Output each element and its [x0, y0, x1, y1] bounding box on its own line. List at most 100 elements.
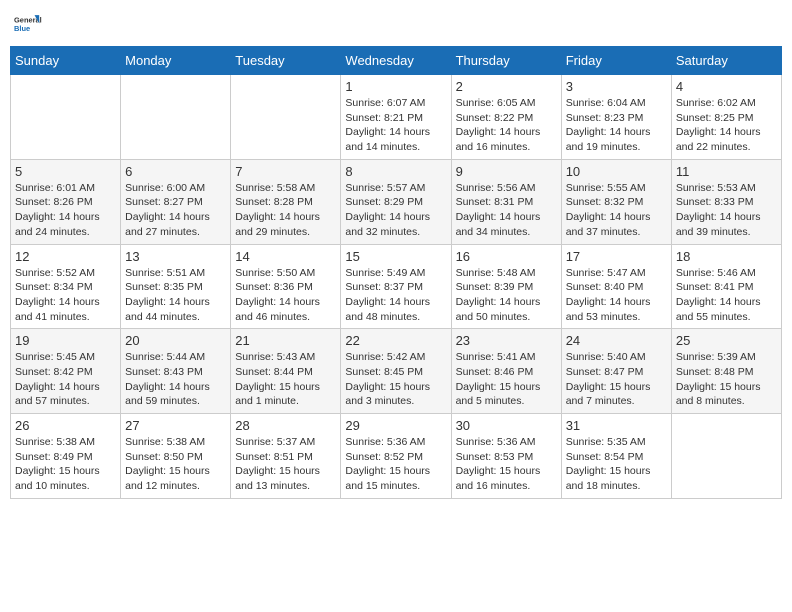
day-info: Sunrise: 5:39 AMSunset: 8:48 PMDaylight:…	[676, 350, 777, 409]
day-info: Sunrise: 5:37 AMSunset: 8:51 PMDaylight:…	[235, 435, 336, 494]
day-number: 16	[456, 249, 557, 264]
calendar-cell: 19Sunrise: 5:45 AMSunset: 8:42 PMDayligh…	[11, 329, 121, 414]
day-info: Sunrise: 5:36 AMSunset: 8:53 PMDaylight:…	[456, 435, 557, 494]
calendar-cell: 24Sunrise: 5:40 AMSunset: 8:47 PMDayligh…	[561, 329, 671, 414]
day-info: Sunrise: 5:55 AMSunset: 8:32 PMDaylight:…	[566, 181, 667, 240]
calendar-cell: 3 Sunrise: 6:04 AMSunset: 8:23 PMDaylight…	[561, 75, 671, 160]
day-info: Sunrise: 6:07 AMSunset: 8:21 PMDaylight:…	[345, 96, 446, 155]
calendar-cell: 17 Sunrise: 5:47 AMSunset: 8:40 PMDayligh…	[561, 244, 671, 329]
calendar-header: SundayMondayTuesdayWednesdayThursdayFrid…	[11, 47, 782, 75]
calendar-cell: 14Sunrise: 5:50 AMSunset: 8:36 PMDayligh…	[231, 244, 341, 329]
page-header: GeneralBlue	[10, 10, 782, 38]
day-number: 17	[566, 249, 667, 264]
calendar-body: 1 Sunrise: 6:07 AMSunset: 8:21 PMDaylight…	[11, 75, 782, 499]
day-info: Sunrise: 5:48 AMSunset: 8:39 PMDaylight:…	[456, 266, 557, 325]
day-info: Sunrise: 5:47 AMSunset: 8:40 PMDaylight:…	[566, 266, 667, 325]
day-info: Sunrise: 6:01 AMSunset: 8:26 PMDaylight:…	[15, 181, 116, 240]
calendar-week-2: 5 Sunrise: 6:01 AMSunset: 8:26 PMDaylight…	[11, 159, 782, 244]
day-number: 23	[456, 333, 557, 348]
calendar-cell: 27 Sunrise: 5:38 AMSunset: 8:50 PMDayligh…	[121, 414, 231, 499]
calendar-cell: 4 Sunrise: 6:02 AMSunset: 8:25 PMDaylight…	[671, 75, 781, 160]
calendar-cell: 10 Sunrise: 5:55 AMSunset: 8:32 PMDayligh…	[561, 159, 671, 244]
calendar-cell: 16 Sunrise: 5:48 AMSunset: 8:39 PMDayligh…	[451, 244, 561, 329]
calendar-week-3: 12 Sunrise: 5:52 AMSunset: 8:34 PMDayligh…	[11, 244, 782, 329]
weekday-header-sunday: Sunday	[11, 47, 121, 75]
day-number: 18	[676, 249, 777, 264]
day-number: 1	[345, 79, 446, 94]
day-info: Sunrise: 5:38 AMSunset: 8:49 PMDaylight:…	[15, 435, 116, 494]
calendar-cell: 1 Sunrise: 6:07 AMSunset: 8:21 PMDaylight…	[341, 75, 451, 160]
day-number: 9	[456, 164, 557, 179]
calendar-week-5: 26 Sunrise: 5:38 AMSunset: 8:49 PMDayligh…	[11, 414, 782, 499]
day-number: 11	[676, 164, 777, 179]
calendar-cell	[671, 414, 781, 499]
day-info: Sunrise: 5:58 AMSunset: 8:28 PMDaylight:…	[235, 181, 336, 240]
weekday-header-monday: Monday	[121, 47, 231, 75]
calendar-cell: 21 Sunrise: 5:43 AMSunset: 8:44 PMDayligh…	[231, 329, 341, 414]
day-info: Sunrise: 5:56 AMSunset: 8:31 PMDaylight:…	[456, 181, 557, 240]
calendar-week-4: 19Sunrise: 5:45 AMSunset: 8:42 PMDayligh…	[11, 329, 782, 414]
day-number: 21	[235, 333, 336, 348]
calendar-cell: 28 Sunrise: 5:37 AMSunset: 8:51 PMDayligh…	[231, 414, 341, 499]
calendar-cell: 13 Sunrise: 5:51 AMSunset: 8:35 PMDayligh…	[121, 244, 231, 329]
calendar-cell: 9 Sunrise: 5:56 AMSunset: 8:31 PMDaylight…	[451, 159, 561, 244]
calendar-cell: 25 Sunrise: 5:39 AMSunset: 8:48 PMDayligh…	[671, 329, 781, 414]
day-number: 5	[15, 164, 116, 179]
day-info: Sunrise: 5:49 AMSunset: 8:37 PMDaylight:…	[345, 266, 446, 325]
calendar-cell: 7 Sunrise: 5:58 AMSunset: 8:28 PMDaylight…	[231, 159, 341, 244]
day-info: Sunrise: 5:51 AMSunset: 8:35 PMDaylight:…	[125, 266, 226, 325]
calendar-cell: 6Sunrise: 6:00 AMSunset: 8:27 PMDaylight…	[121, 159, 231, 244]
calendar-table: SundayMondayTuesdayWednesdayThursdayFrid…	[10, 46, 782, 499]
day-info: Sunrise: 6:05 AMSunset: 8:22 PMDaylight:…	[456, 96, 557, 155]
weekday-header-wednesday: Wednesday	[341, 47, 451, 75]
day-info: Sunrise: 5:53 AMSunset: 8:33 PMDaylight:…	[676, 181, 777, 240]
day-info: Sunrise: 5:42 AMSunset: 8:45 PMDaylight:…	[345, 350, 446, 409]
day-number: 13	[125, 249, 226, 264]
calendar-cell: 26 Sunrise: 5:38 AMSunset: 8:49 PMDayligh…	[11, 414, 121, 499]
day-number: 3	[566, 79, 667, 94]
calendar-cell: 31Sunrise: 5:35 AMSunset: 8:54 PMDayligh…	[561, 414, 671, 499]
calendar-cell: 29Sunrise: 5:36 AMSunset: 8:52 PMDayligh…	[341, 414, 451, 499]
calendar-cell: 20 Sunrise: 5:44 AMSunset: 8:43 PMDayligh…	[121, 329, 231, 414]
day-number: 12	[15, 249, 116, 264]
day-info: Sunrise: 5:46 AMSunset: 8:41 PMDaylight:…	[676, 266, 777, 325]
calendar-cell: 22 Sunrise: 5:42 AMSunset: 8:45 PMDayligh…	[341, 329, 451, 414]
day-number: 2	[456, 79, 557, 94]
day-info: Sunrise: 5:38 AMSunset: 8:50 PMDaylight:…	[125, 435, 226, 494]
day-number: 22	[345, 333, 446, 348]
calendar-cell	[11, 75, 121, 160]
day-number: 25	[676, 333, 777, 348]
day-number: 15	[345, 249, 446, 264]
day-number: 28	[235, 418, 336, 433]
logo: GeneralBlue	[14, 10, 42, 38]
day-number: 20	[125, 333, 226, 348]
day-info: Sunrise: 5:43 AMSunset: 8:44 PMDaylight:…	[235, 350, 336, 409]
day-number: 27	[125, 418, 226, 433]
day-info: Sunrise: 5:41 AMSunset: 8:46 PMDaylight:…	[456, 350, 557, 409]
weekday-header-friday: Friday	[561, 47, 671, 75]
calendar-cell	[121, 75, 231, 160]
weekday-header-tuesday: Tuesday	[231, 47, 341, 75]
day-info: Sunrise: 5:44 AMSunset: 8:43 PMDaylight:…	[125, 350, 226, 409]
calendar-cell: 30Sunrise: 5:36 AMSunset: 8:53 PMDayligh…	[451, 414, 561, 499]
calendar-cell: 11 Sunrise: 5:53 AMSunset: 8:33 PMDayligh…	[671, 159, 781, 244]
day-info: Sunrise: 5:52 AMSunset: 8:34 PMDaylight:…	[15, 266, 116, 325]
day-number: 14	[235, 249, 336, 264]
day-info: Sunrise: 6:04 AMSunset: 8:23 PMDaylight:…	[566, 96, 667, 155]
day-number: 7	[235, 164, 336, 179]
weekday-header-thursday: Thursday	[451, 47, 561, 75]
calendar-cell: 18 Sunrise: 5:46 AMSunset: 8:41 PMDayligh…	[671, 244, 781, 329]
day-info: Sunrise: 5:36 AMSunset: 8:52 PMDaylight:…	[345, 435, 446, 494]
day-number: 10	[566, 164, 667, 179]
day-number: 8	[345, 164, 446, 179]
day-number: 4	[676, 79, 777, 94]
day-info: Sunrise: 6:02 AMSunset: 8:25 PMDaylight:…	[676, 96, 777, 155]
weekday-header-row: SundayMondayTuesdayWednesdayThursdayFrid…	[11, 47, 782, 75]
calendar-cell	[231, 75, 341, 160]
day-number: 19	[15, 333, 116, 348]
weekday-header-saturday: Saturday	[671, 47, 781, 75]
calendar-cell: 15 Sunrise: 5:49 AMSunset: 8:37 PMDayligh…	[341, 244, 451, 329]
day-info: Sunrise: 5:40 AMSunset: 8:47 PMDaylight:…	[566, 350, 667, 409]
calendar-week-1: 1 Sunrise: 6:07 AMSunset: 8:21 PMDaylight…	[11, 75, 782, 160]
day-number: 26	[15, 418, 116, 433]
